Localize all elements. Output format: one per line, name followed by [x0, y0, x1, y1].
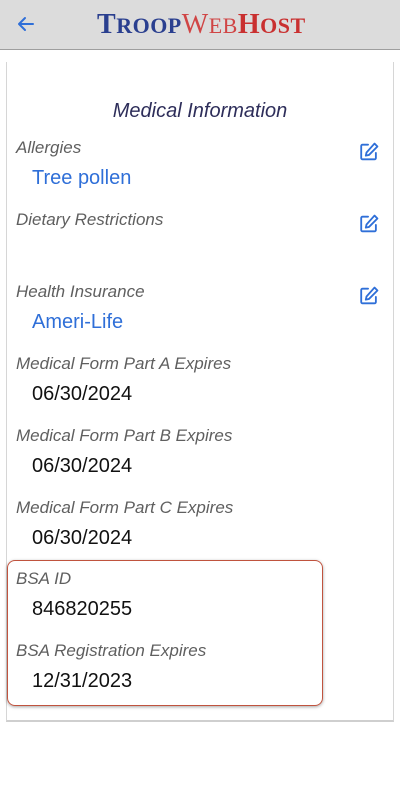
form-a-value: 06/30/2024 [32, 383, 133, 405]
edit-insurance-button[interactable] [357, 284, 381, 308]
bsa-registration-label: BSA Registration Expires [16, 641, 207, 660]
edit-icon [360, 214, 379, 233]
bsa-id-label: BSA ID [16, 569, 72, 588]
arrow-left-icon [18, 17, 34, 31]
bsa-registration-value: 12/31/2023 [32, 670, 133, 692]
insurance-label: Health Insurance [16, 282, 145, 301]
card-bottom-edge [6, 714, 394, 722]
bsa-id-value: 846820255 [32, 598, 133, 620]
allergies-label: Allergies [16, 138, 82, 157]
form-a-label: Medical Form Part A Expires [16, 354, 232, 373]
edit-icon [360, 286, 379, 305]
troopwebhost-logo: T ROOP W EB H OST [97, 9, 306, 40]
form-b-label: Medical Form Part B Expires [16, 426, 233, 445]
back-button[interactable] [12, 10, 40, 38]
form-c-label: Medical Form Part C Expires [16, 498, 234, 517]
insurance-value: Ameri-Life [32, 311, 124, 333]
edit-dietary-button[interactable] [357, 212, 381, 236]
allergies-value: Tree pollen [32, 167, 132, 189]
dietary-label: Dietary Restrictions [16, 210, 164, 229]
form-b-value: 06/30/2024 [32, 455, 133, 477]
form-c-value: 06/30/2024 [32, 527, 133, 549]
section-title: Medical Information [112, 100, 288, 122]
edit-icon [360, 142, 379, 161]
app-bar: T ROOP W EB H OST [0, 0, 400, 50]
edit-allergies-button[interactable] [357, 140, 381, 164]
